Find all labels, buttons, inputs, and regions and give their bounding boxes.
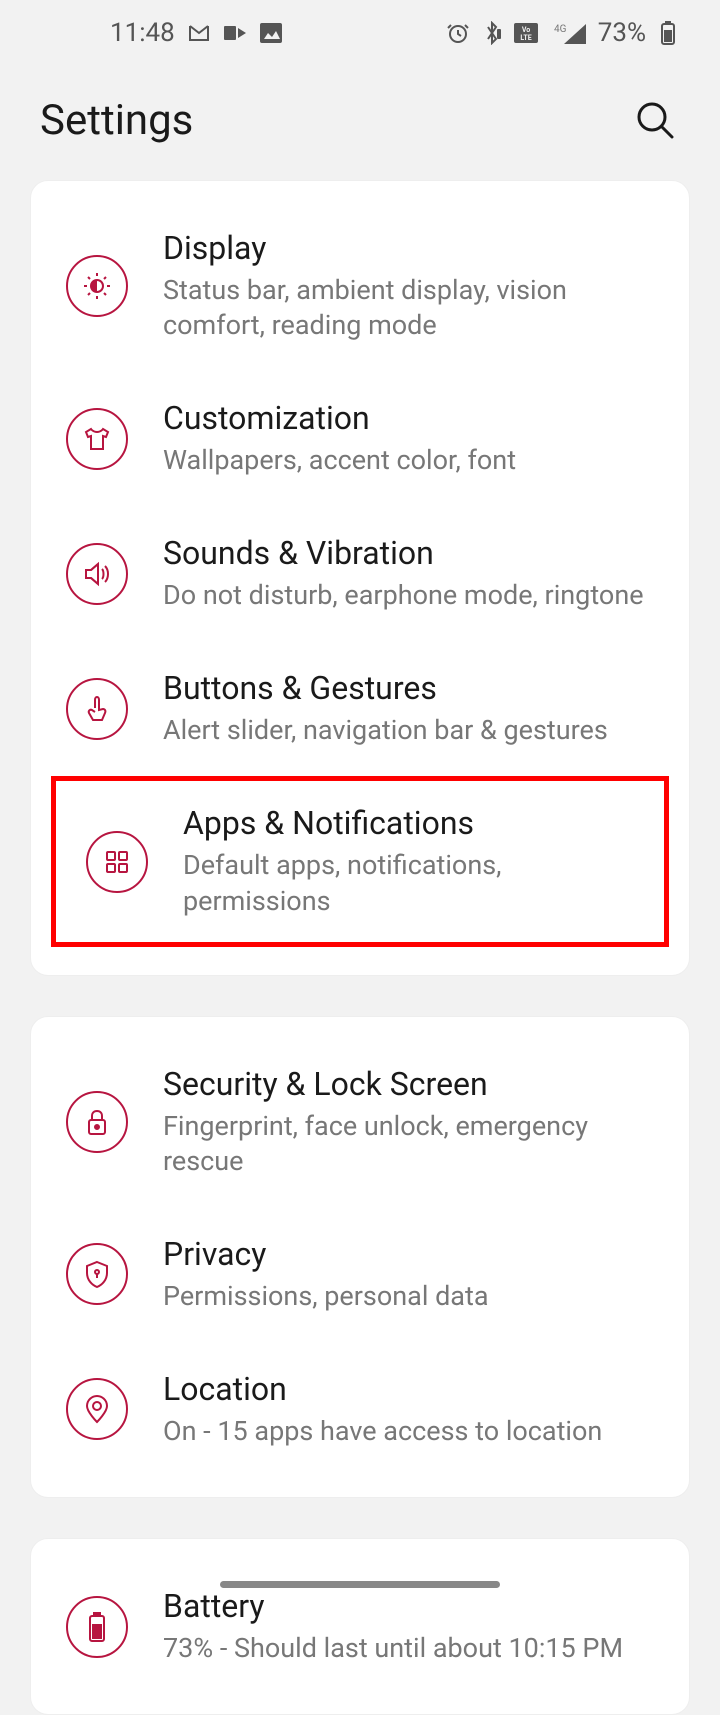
outlook-icon <box>223 21 247 45</box>
item-subtitle: 73% - Should last until about 10:15 PM <box>163 1631 654 1666</box>
svg-text:Vo: Vo <box>522 26 530 34</box>
item-text: Security & Lock Screen Fingerprint, face… <box>163 1065 654 1179</box>
item-subtitle: Do not disturb, earphone mode, ringtone <box>163 578 654 613</box>
settings-group: Security & Lock Screen Fingerprint, face… <box>30 1016 690 1498</box>
gmail-icon <box>187 21 211 45</box>
item-title: Battery <box>163 1587 654 1625</box>
battery-icon <box>656 21 680 45</box>
header: Settings <box>0 65 720 180</box>
svg-text:4G: 4G <box>554 24 567 35</box>
pin-icon <box>66 1378 128 1440</box>
item-title: Display <box>163 229 654 267</box>
settings-group: Battery 73% - Should last until about 10… <box>30 1538 690 1715</box>
tshirt-icon <box>66 408 128 470</box>
settings-item-sounds[interactable]: Sounds & Vibration Do not disturb, earph… <box>31 506 689 641</box>
item-subtitle: Status bar, ambient display, vision comf… <box>163 273 654 343</box>
settings-item-location[interactable]: Location On - 15 apps have access to loc… <box>31 1342 689 1477</box>
item-text: Battery 73% - Should last until about 10… <box>163 1587 654 1666</box>
item-title: Apps & Notifications <box>183 804 634 842</box>
item-subtitle: On - 15 apps have access to location <box>163 1414 654 1449</box>
item-subtitle: Alert slider, navigation bar & gestures <box>163 713 654 748</box>
item-text: Sounds & Vibration Do not disturb, earph… <box>163 534 654 613</box>
svg-text:LTE: LTE <box>520 34 531 42</box>
apps-icon <box>86 831 148 893</box>
alarm-icon <box>446 21 470 45</box>
item-subtitle: Permissions, personal data <box>163 1279 654 1314</box>
settings-item-apps[interactable]: Apps & Notifications Default apps, notif… <box>51 776 669 946</box>
lock-icon <box>66 1091 128 1153</box>
status-right: VoLTE 4G 73% <box>446 18 680 48</box>
item-title: Location <box>163 1370 654 1408</box>
search-icon <box>634 99 676 141</box>
search-button[interactable] <box>630 95 680 145</box>
item-text: Apps & Notifications Default apps, notif… <box>183 804 634 918</box>
status-left: 11:48 <box>110 18 283 48</box>
display-icon <box>66 255 128 317</box>
item-text: Buttons & Gestures Alert slider, navigat… <box>163 669 654 748</box>
battery-percent-text: 73% <box>598 18 646 48</box>
bluetooth-icon <box>480 21 504 45</box>
settings-item-security[interactable]: Security & Lock Screen Fingerprint, face… <box>31 1037 689 1207</box>
item-title: Security & Lock Screen <box>163 1065 654 1103</box>
item-text: Privacy Permissions, personal data <box>163 1235 654 1314</box>
item-text: Customization Wallpapers, accent color, … <box>163 399 654 478</box>
speaker-icon <box>66 543 128 605</box>
settings-group: Display Status bar, ambient display, vis… <box>30 180 690 976</box>
settings-item-display[interactable]: Display Status bar, ambient display, vis… <box>31 201 689 371</box>
status-bar: 11:48 VoLTE 4G 73% <box>0 0 720 65</box>
item-text: Location On - 15 apps have access to loc… <box>163 1370 654 1449</box>
item-title: Privacy <box>163 1235 654 1273</box>
settings-item-buttons[interactable]: Buttons & Gestures Alert slider, navigat… <box>31 641 689 776</box>
item-title: Sounds & Vibration <box>163 534 654 572</box>
image-icon <box>259 21 283 45</box>
item-subtitle: Fingerprint, face unlock, emergency resc… <box>163 1109 654 1179</box>
volte-icon: VoLTE <box>514 21 538 45</box>
settings-item-privacy[interactable]: Privacy Permissions, personal data <box>31 1207 689 1342</box>
touch-icon <box>66 678 128 740</box>
settings-item-customization[interactable]: Customization Wallpapers, accent color, … <box>31 371 689 506</box>
item-subtitle: Wallpapers, accent color, font <box>163 443 654 478</box>
item-title: Buttons & Gestures <box>163 669 654 707</box>
status-time: 11:48 <box>110 18 175 48</box>
settings-item-battery[interactable]: Battery 73% - Should last until about 10… <box>31 1559 689 1694</box>
nav-handle[interactable] <box>220 1581 500 1588</box>
item-subtitle: Default apps, notifications, permissions <box>183 848 634 918</box>
page-title: Settings <box>40 96 193 145</box>
item-title: Customization <box>163 399 654 437</box>
battery-icon <box>66 1596 128 1658</box>
item-text: Display Status bar, ambient display, vis… <box>163 229 654 343</box>
signal-icon: 4G <box>548 21 588 45</box>
shield-icon <box>66 1243 128 1305</box>
